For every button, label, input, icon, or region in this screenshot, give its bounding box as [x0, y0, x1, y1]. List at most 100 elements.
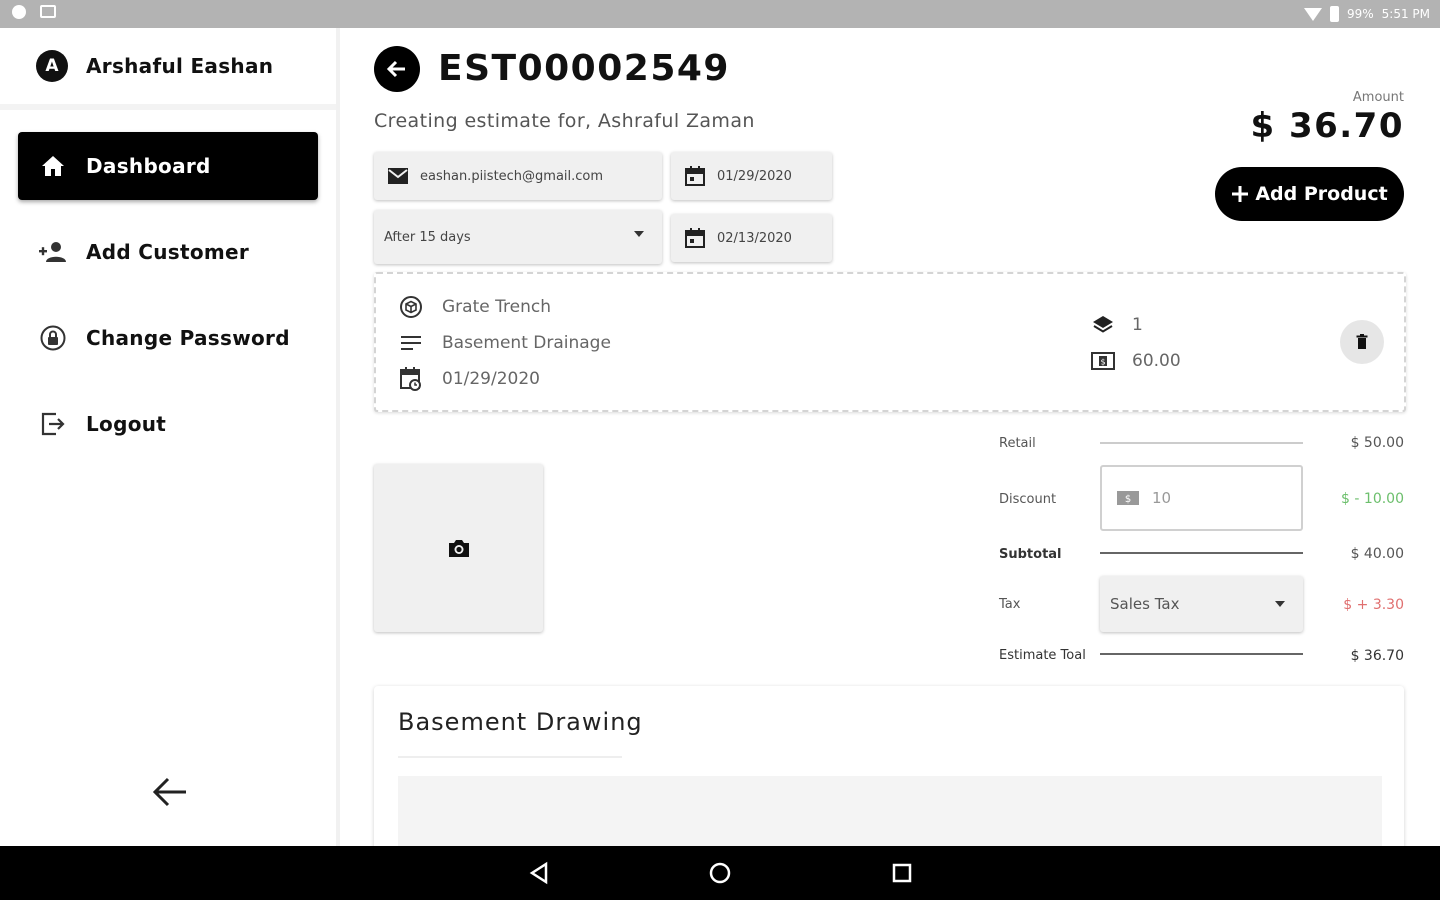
image-notification-icon — [40, 5, 56, 18]
cube-icon — [396, 292, 426, 322]
sidebar-item-label: Change Password — [86, 326, 290, 350]
add-product-label: Add Product — [1255, 183, 1388, 205]
product-item-card[interactable]: Grate Trench Basement Drainage 01/29/202… — [374, 272, 1406, 412]
money-icon: $ — [1116, 488, 1140, 508]
drawing-card: Basement Drawing — [374, 686, 1404, 856]
product-quantity: 1 — [1132, 315, 1143, 335]
notes-icon — [396, 328, 426, 358]
issue-date-field[interactable]: 01/29/2020 — [671, 152, 832, 200]
retail-divider — [1100, 442, 1303, 444]
calendar-clock-icon — [396, 364, 426, 394]
user-profile: A Arshaful Eashan — [0, 28, 336, 110]
clock: 5:51 PM — [1381, 7, 1430, 21]
add-photo-button[interactable] — [374, 464, 543, 632]
sidebar-item-add-customer[interactable]: Add Customer — [18, 218, 318, 286]
location-icon — [12, 5, 26, 19]
due-date-field[interactable]: 02/13/2020 — [671, 214, 832, 262]
back-button[interactable] — [374, 46, 420, 92]
triangle-back-icon — [529, 861, 548, 885]
system-back-button[interactable] — [526, 860, 552, 886]
subtotal-value: $ 40.00 — [1350, 546, 1404, 562]
product-description: Basement Drainage — [442, 333, 611, 353]
square-recents-icon — [892, 863, 912, 883]
terms-value: After 15 days — [384, 229, 471, 245]
retail-value: $ 50.00 — [1350, 435, 1404, 451]
email-field[interactable]: eashan.piistech@gmail.com — [374, 152, 662, 200]
discount-label: Discount — [999, 492, 1057, 507]
tax-select[interactable]: Sales Tax — [1100, 576, 1303, 632]
add-person-icon — [36, 235, 70, 269]
collapse-sidebar-button[interactable] — [146, 768, 194, 816]
arrow-left-icon — [386, 60, 405, 78]
delete-product-button[interactable] — [1340, 320, 1384, 364]
sidebar-nav: Dashboard Add Customer Change Password L… — [0, 132, 336, 458]
system-navigation-bar — [0, 846, 1440, 900]
amount-label: Amount — [1352, 90, 1404, 105]
camera-icon — [448, 540, 469, 557]
total-divider — [1100, 653, 1303, 655]
sidebar-item-label: Dashboard — [86, 154, 211, 178]
user-name: Arshaful Eashan — [86, 54, 274, 78]
chevron-down-icon — [1275, 601, 1285, 607]
discount-value: $ - 10.00 — [1341, 491, 1404, 507]
estimate-total-label: Estimate Toal — [999, 648, 1086, 663]
product-quantity-row: 1 — [1088, 310, 1143, 340]
drawing-title-underline — [398, 756, 622, 758]
product-price: 60.00 — [1132, 351, 1181, 371]
sidebar-item-change-password[interactable]: Change Password — [18, 304, 318, 372]
svg-text:$: $ — [1125, 494, 1131, 505]
mail-icon — [386, 164, 410, 188]
circle-home-icon — [709, 862, 731, 884]
avatar: A — [36, 50, 68, 82]
issue-date-value: 01/29/2020 — [717, 168, 792, 184]
tax-select-value: Sales Tax — [1110, 595, 1180, 613]
system-home-button[interactable] — [707, 860, 733, 886]
money-icon: $ — [1088, 346, 1118, 376]
product-date: 01/29/2020 — [442, 369, 540, 389]
trash-icon — [1356, 334, 1368, 349]
retail-label: Retail — [999, 436, 1036, 451]
tax-value: $ + 3.30 — [1343, 597, 1404, 613]
layers-icon — [1088, 310, 1118, 340]
sidebar: A Arshaful Eashan Dashboard Add Customer… — [0, 28, 340, 846]
product-name: Grate Trench — [442, 297, 551, 317]
arrow-left-icon — [152, 777, 186, 807]
drawing-title: Basement Drawing — [398, 708, 643, 736]
sidebar-item-label: Add Customer — [86, 240, 250, 264]
wifi-icon — [1303, 7, 1322, 21]
logout-icon — [36, 407, 70, 441]
battery-percent: 99% — [1346, 7, 1374, 21]
estimate-editor: EST00002549 Creating estimate for, Ashra… — [344, 28, 1440, 856]
home-icon — [36, 149, 70, 183]
terms-select[interactable]: After 15 days — [374, 210, 662, 264]
subtotal-divider — [1100, 552, 1303, 554]
battery-icon — [1329, 6, 1339, 22]
lock-icon — [36, 321, 70, 355]
sidebar-item-label: Logout — [86, 412, 167, 436]
discount-input[interactable]: $ 10 — [1100, 465, 1303, 531]
product-date-row: 01/29/2020 — [396, 364, 540, 394]
sidebar-item-dashboard[interactable]: Dashboard — [18, 132, 318, 200]
plus-icon — [1232, 186, 1249, 202]
tax-label: Tax — [999, 597, 1021, 612]
estimate-subtitle: Creating estimate for, Ashraful Zaman — [374, 110, 755, 132]
drawing-canvas[interactable] — [398, 776, 1382, 856]
subtotal-label: Subtotal — [999, 547, 1062, 562]
email-value: eashan.piistech@gmail.com — [420, 168, 604, 184]
system-recents-button[interactable] — [889, 860, 915, 886]
product-price-row: $ 60.00 — [1088, 346, 1181, 376]
due-date-value: 02/13/2020 — [717, 230, 792, 246]
status-bar: 99% 5:51 PM — [0, 0, 1440, 28]
product-name-row: Grate Trench — [396, 292, 551, 322]
amount-value: $ 36.70 — [1250, 106, 1404, 146]
calendar-icon — [683, 226, 707, 250]
add-product-button[interactable]: Add Product — [1215, 167, 1404, 221]
svg-text:$: $ — [1100, 358, 1105, 367]
estimate-total-value: $ 36.70 — [1350, 648, 1404, 664]
calendar-icon — [683, 164, 707, 188]
page-title: EST00002549 — [438, 48, 730, 89]
discount-input-value: 10 — [1152, 489, 1172, 507]
product-description-row: Basement Drainage — [396, 328, 611, 358]
chevron-down-icon — [634, 231, 644, 237]
sidebar-item-logout[interactable]: Logout — [18, 390, 318, 458]
